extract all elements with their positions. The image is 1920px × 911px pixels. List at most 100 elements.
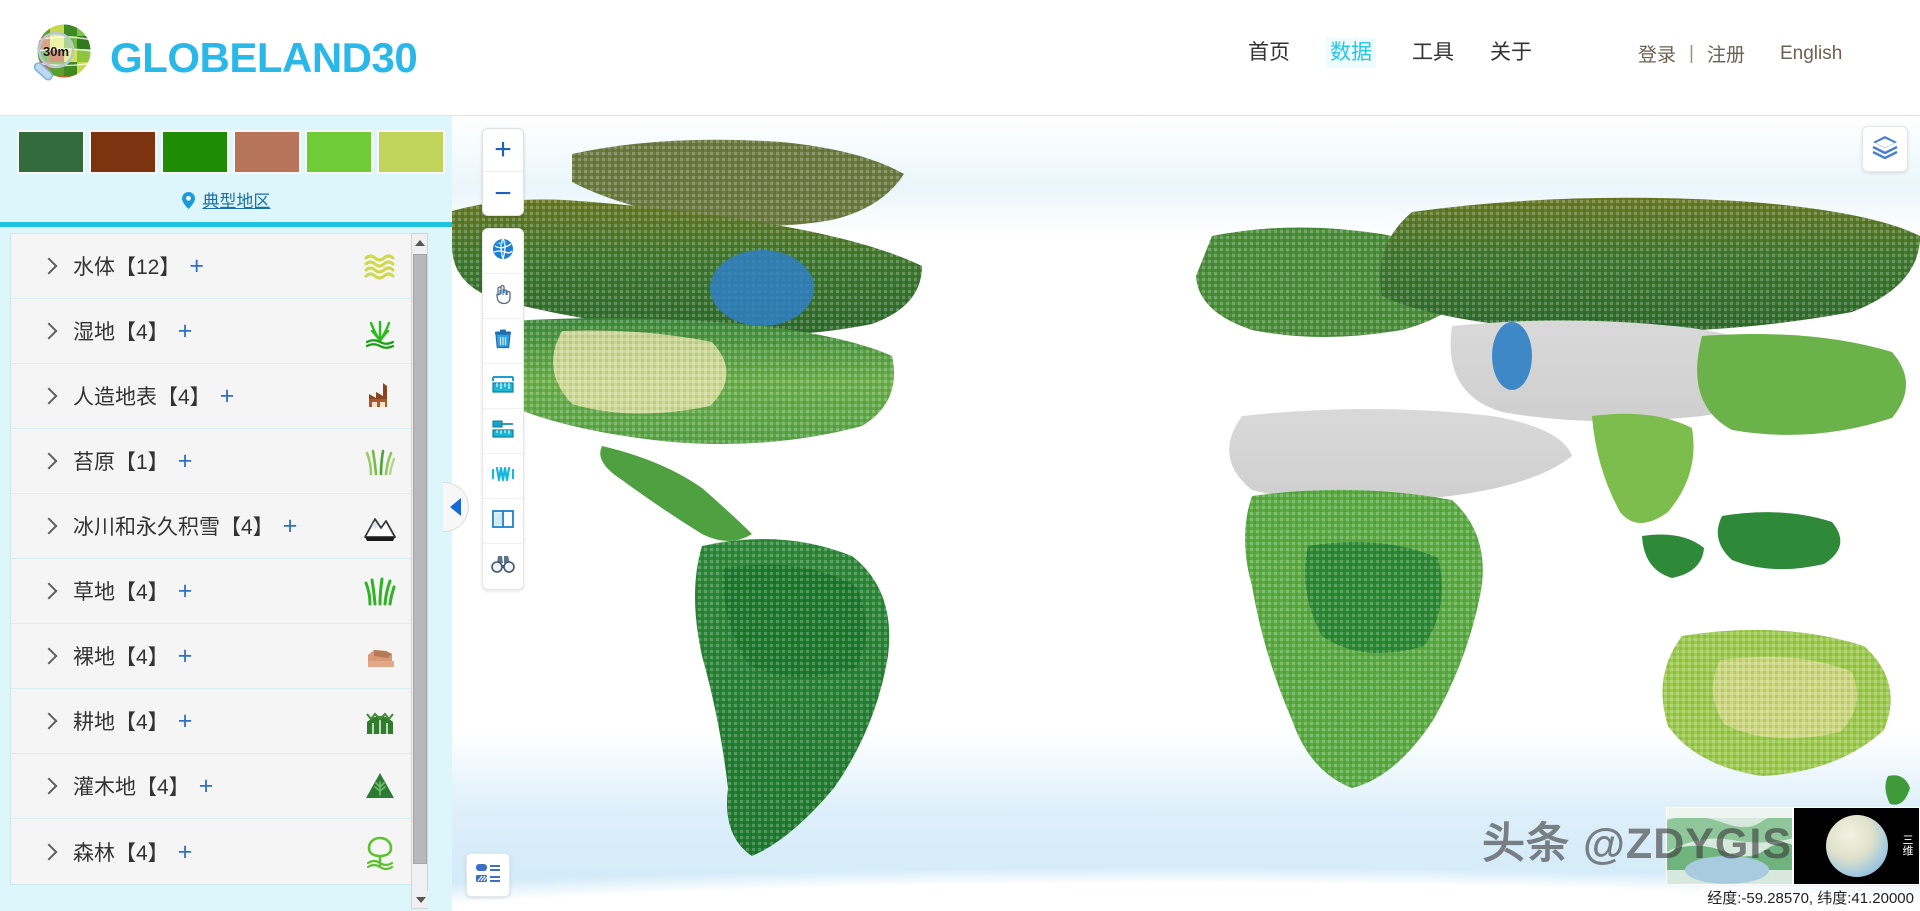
nav-item-about[interactable]: 关于 xyxy=(1490,38,1532,68)
area-measure-icon xyxy=(490,417,516,446)
logo[interactable]: 30m GLOBELAND30 xyxy=(22,20,418,96)
location-pin-icon xyxy=(181,192,195,214)
category-item-wetland[interactable]: 湿地【4】 + xyxy=(11,299,419,364)
chevron-right-icon xyxy=(40,647,58,665)
category-item-bareland[interactable]: 裸地【4】 + xyxy=(11,624,419,689)
category-item-grassland[interactable]: 草地【4】 + xyxy=(11,559,419,624)
category-item-artificial-surface[interactable]: 人造地表【4】 + xyxy=(11,364,419,429)
category-label: 人造地表【4】 xyxy=(73,386,211,409)
swatch-bareland-salmon[interactable] xyxy=(233,130,301,174)
legend-button[interactable] xyxy=(466,853,510,897)
site-header: 30m GLOBELAND30 首页 数据 工具 关于 登录 | 注册 Engl… xyxy=(0,0,1920,116)
category-item-shrubland[interactable]: 灌木地【4】 + xyxy=(11,754,419,819)
scrollbar-thumb[interactable] xyxy=(413,254,427,864)
register-link[interactable]: 注册 xyxy=(1707,40,1745,67)
typical-region-link[interactable]: 典型地区 xyxy=(202,192,270,211)
layers-button[interactable] xyxy=(1862,126,1908,172)
terrain-profile-tool[interactable] xyxy=(483,454,523,499)
category-label: 水体【12】 xyxy=(73,256,181,279)
category-item-tundra[interactable]: 苔原【1】 + xyxy=(11,429,419,494)
account-nav: 登录 | 注册 English xyxy=(1638,40,1842,67)
measure-distance-tool[interactable] xyxy=(483,364,523,409)
chevron-right-icon xyxy=(40,257,58,275)
swipe-inspect-tool[interactable] xyxy=(483,544,523,589)
map-canvas[interactable] xyxy=(452,116,1920,911)
split-view-icon xyxy=(491,508,515,535)
category-label: 森林【4】 xyxy=(73,841,169,865)
layers-stack-icon xyxy=(1871,133,1899,166)
wetland-reed-icon xyxy=(361,312,399,350)
split-compare-tool[interactable] xyxy=(483,499,523,544)
map-2d-thumbnail[interactable] xyxy=(1666,807,1793,885)
category-item-cropland[interactable]: 耕地【4】 + xyxy=(11,689,419,754)
clear-tool[interactable] xyxy=(483,319,523,364)
login-link[interactable]: 登录 xyxy=(1638,40,1676,67)
sidebar: 典型地区 水体【12】 + 湿地【4】 + 人造地表【4】 + 苔原【1】 + … xyxy=(0,116,452,911)
zoom-in-button[interactable]: + xyxy=(483,129,523,172)
swatch-artificial-rust-brown[interactable] xyxy=(89,130,157,174)
svg-text:30m: 30m xyxy=(43,44,69,59)
add-layer-button[interactable]: + xyxy=(199,774,214,799)
nav-item-tools[interactable]: 工具 xyxy=(1412,38,1454,68)
ruler-icon xyxy=(490,372,516,401)
category-item-forest[interactable]: 森林【4】 + xyxy=(11,819,419,884)
globe-view-tool[interactable] xyxy=(483,229,523,274)
language-switch-link[interactable]: English xyxy=(1780,43,1842,65)
globe-sphere-icon xyxy=(1825,815,1888,877)
add-layer-button[interactable]: + xyxy=(178,579,193,604)
bare-soil-icon xyxy=(361,637,399,675)
nav-item-home[interactable]: 首页 xyxy=(1248,38,1290,68)
legend-swatch-panel: 典型地区 xyxy=(0,116,452,222)
legend-list-icon xyxy=(474,860,502,891)
category-label: 湿地【4】 xyxy=(73,321,169,344)
swatch-cultivated-bright-green[interactable] xyxy=(161,130,229,174)
profile-wave-icon xyxy=(490,462,516,491)
zoom-out-button[interactable]: − xyxy=(483,172,523,215)
add-layer-button[interactable]: + xyxy=(178,839,193,864)
map-viewport[interactable]: + − 头条 @ZDYGIS 三维 经度:-59.28570, 纬度:41.20… xyxy=(452,116,1920,911)
category-item-water[interactable]: 水体【12】 + xyxy=(11,234,419,299)
add-layer-button[interactable]: + xyxy=(178,709,193,734)
shrub-tree-icon xyxy=(361,767,399,805)
view-thumbnails: 三维 xyxy=(1666,807,1920,885)
sidebar-scrollbar[interactable] xyxy=(411,233,428,909)
chevron-right-icon xyxy=(40,452,58,470)
swatch-grass-light-green[interactable] xyxy=(305,130,373,174)
zoom-control: + − xyxy=(482,128,524,216)
measure-area-tool[interactable] xyxy=(483,409,523,454)
chevron-right-icon xyxy=(40,843,58,860)
category-item-glacier-snow[interactable]: 冰川和永久积雪【4】 + xyxy=(11,494,419,559)
binoculars-icon xyxy=(490,552,516,581)
globe-magnifier-icon: 30m xyxy=(22,20,98,96)
nav-item-data[interactable]: 数据 xyxy=(1326,38,1376,68)
swatch-shrub-yellow-green[interactable] xyxy=(377,130,445,174)
pan-tool[interactable] xyxy=(483,274,523,319)
add-layer-button[interactable]: + xyxy=(283,514,298,539)
forest-tree-icon xyxy=(361,833,399,871)
factory-building-icon xyxy=(361,377,399,415)
globe-icon xyxy=(491,237,515,266)
main-nav: 首页 数据 工具 关于 xyxy=(1248,38,1532,68)
category-list: 水体【12】 + 湿地【4】 + 人造地表【4】 + 苔原【1】 + 冰川和永久… xyxy=(10,233,420,885)
add-layer-button[interactable]: + xyxy=(220,384,235,409)
chevron-left-icon xyxy=(450,498,461,516)
scroll-up-arrow[interactable] xyxy=(412,234,427,251)
scroll-down-arrow[interactable] xyxy=(413,891,428,908)
add-layer-button[interactable]: + xyxy=(178,449,193,474)
typical-region-row: 典型地区 xyxy=(0,187,452,214)
add-layer-button[interactable]: + xyxy=(178,644,193,669)
category-label: 草地【4】 xyxy=(73,581,169,604)
snow-mountain-icon xyxy=(361,507,399,545)
nav-separator: | xyxy=(1689,42,1694,64)
category-label: 耕地【4】 xyxy=(73,711,169,734)
add-layer-button[interactable]: + xyxy=(189,254,204,279)
category-label: 苔原【1】 xyxy=(73,451,169,474)
chevron-right-icon xyxy=(40,777,58,795)
chevron-right-icon xyxy=(40,712,58,730)
swatch-row xyxy=(0,130,452,174)
swatch-forest-dark-green[interactable] xyxy=(17,130,85,174)
add-layer-button[interactable]: + xyxy=(178,319,193,344)
category-label: 冰川和永久积雪【4】 xyxy=(73,516,274,539)
category-label: 裸地【4】 xyxy=(73,646,169,669)
globe-3d-thumbnail[interactable]: 三维 xyxy=(1793,807,1920,885)
